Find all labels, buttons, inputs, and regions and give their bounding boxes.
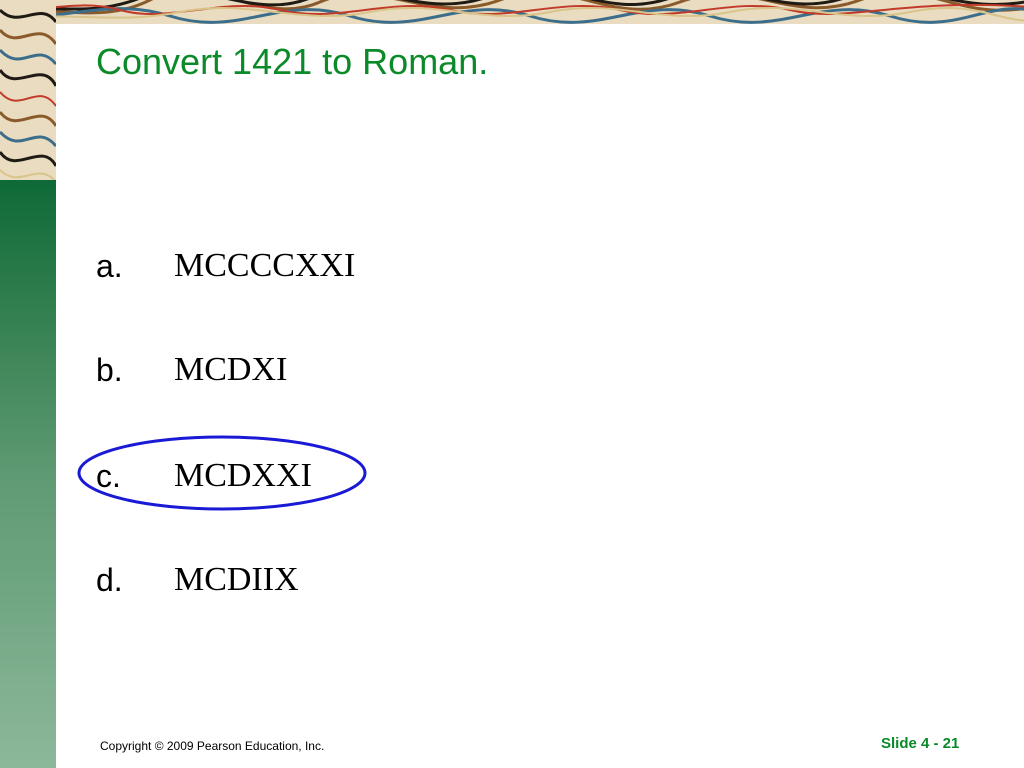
slide-title: Convert 1421 to Roman.	[96, 41, 489, 82]
option-letter: b.	[96, 352, 123, 388]
copyright-text: Copyright © 2009 Pearson Education, Inc.	[100, 739, 325, 753]
option-text: MCDIIX	[174, 561, 299, 598]
option-text: MCCCCXXI	[174, 247, 356, 284]
marbled-paper-top-band	[0, 0, 1024, 24]
marbled-paper-corner	[0, 0, 56, 180]
option-letter: a.	[96, 248, 123, 284]
option-d: d. MCDIIX	[96, 558, 516, 602]
option-letter: d.	[96, 562, 123, 598]
side-gradient-strip	[0, 180, 56, 768]
option-b: b. MCDXI	[96, 348, 516, 392]
slide-number: Slide 4 - 21	[881, 735, 960, 752]
option-text: MCDXI	[174, 351, 288, 388]
answer-highlight-circle	[77, 435, 367, 511]
slide: Convert 1421 to Roman. a. MCCCCXXI b. MC…	[0, 0, 1024, 768]
option-a: a. MCCCCXXI	[96, 244, 516, 288]
